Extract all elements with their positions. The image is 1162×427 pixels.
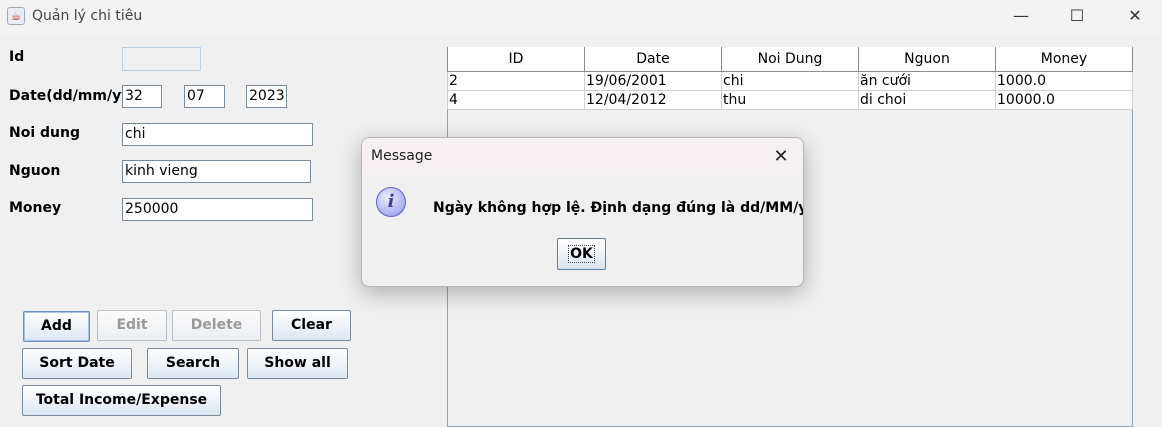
noidung-label: Noi dung (9, 125, 80, 141)
close-window-button[interactable]: ✕ (1106, 0, 1162, 32)
java-coffee-icon: ☕ (7, 7, 25, 25)
table-cell[interactable]: di choi (858, 90, 996, 110)
column-header-money[interactable]: Money (995, 47, 1133, 72)
money-label: Money (9, 200, 62, 216)
ok-button-label: OK (568, 245, 595, 263)
column-header-nguon[interactable]: Nguon (858, 47, 996, 72)
month-field[interactable]: 07 (184, 85, 225, 108)
maximize-button[interactable]: ☐ (1048, 0, 1106, 32)
table-cell[interactable]: 19/06/2001 (584, 71, 722, 91)
table-cell[interactable]: 1000.0 (995, 71, 1133, 91)
year-field[interactable]: 2023 (246, 85, 287, 108)
noidung-field[interactable]: chi (122, 123, 313, 146)
ok-button[interactable]: OK (557, 238, 606, 270)
minimize-button[interactable]: — (992, 0, 1050, 32)
expense-table[interactable]: ID Date Noi Dung Nguon Money 2 19/06/200… (447, 47, 1133, 110)
id-label: Id (9, 49, 25, 65)
sort-date-button[interactable]: Sort Date (22, 348, 132, 379)
window-title: Quản lý chi tiêu (32, 8, 143, 24)
table-cell[interactable]: thu (721, 90, 859, 110)
nguon-label: Nguon (9, 163, 61, 179)
dialog-title: Message (371, 148, 433, 164)
column-header-id[interactable]: ID (447, 47, 585, 72)
message-dialog: Message ✕ i Ngày không hợp lệ. Định dạng… (361, 137, 804, 287)
table-cell[interactable]: 4 (447, 90, 585, 110)
table-cell[interactable]: 12/04/2012 (584, 90, 722, 110)
clear-button[interactable]: Clear (272, 310, 351, 341)
dialog-title-bar: Message ✕ (362, 138, 803, 175)
dialog-message: Ngày không hợp lệ. Định dạng đúng là dd/… (433, 200, 804, 216)
info-icon: i (376, 187, 406, 217)
table-header-row: ID Date Noi Dung Nguon Money (447, 47, 1133, 72)
date-label: Date(dd/mm/yyyy) (9, 88, 123, 104)
column-header-noidung[interactable]: Noi Dung (721, 47, 859, 72)
table-cell[interactable]: ăn cưới (858, 71, 996, 91)
id-field (122, 47, 201, 71)
column-header-date[interactable]: Date (584, 47, 722, 72)
edit-button[interactable]: Edit (97, 310, 167, 341)
table-row[interactable]: 2 19/06/2001 chi ăn cưới 1000.0 (447, 71, 1133, 91)
table-row[interactable]: 4 12/04/2012 thu di choi 10000.0 (447, 90, 1133, 110)
title-bar: ☕ Quản lý chi tiêu — ☐ ✕ (0, 0, 1162, 34)
dialog-close-button[interactable]: ✕ (764, 142, 798, 172)
table-cell[interactable]: 2 (447, 71, 585, 91)
day-field[interactable]: 32 (122, 85, 162, 108)
money-field[interactable]: 250000 (122, 198, 313, 221)
delete-button[interactable]: Delete (172, 310, 261, 341)
nguon-field[interactable]: kinh vieng (122, 160, 311, 183)
total-income-expense-button[interactable]: Total Income/Expense (22, 385, 221, 416)
add-button[interactable]: Add (23, 311, 90, 342)
search-button[interactable]: Search (147, 348, 239, 379)
table-cell[interactable]: chi (721, 71, 859, 91)
show-all-button[interactable]: Show all (247, 348, 348, 379)
table-cell[interactable]: 10000.0 (995, 90, 1133, 110)
